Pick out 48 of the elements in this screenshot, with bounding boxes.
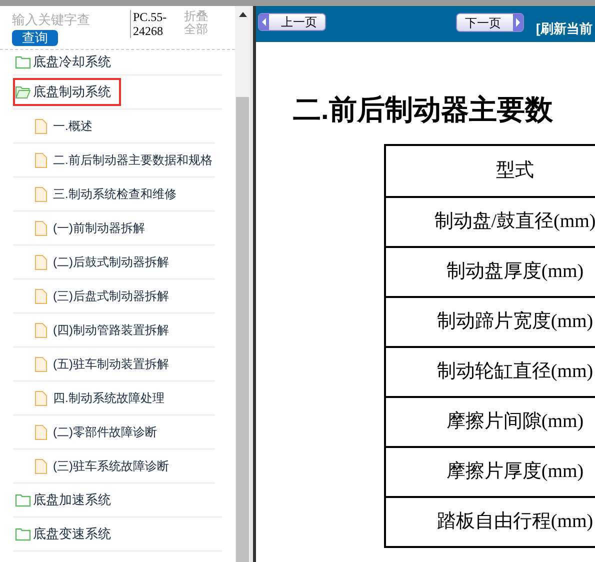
search-field[interactable]: 输入关键字查 [12, 10, 122, 30]
table-cell: 制动盘厚度(mm) [386, 246, 595, 296]
next-page-button[interactable]: 下一页 [456, 13, 524, 32]
tree-item[interactable]: (三)驻车系统故障诊断 [35, 457, 169, 475]
document-icon [35, 288, 47, 304]
folder-icon [15, 527, 31, 541]
previous-page-button[interactable]: 上一页 [258, 13, 326, 31]
table-cell: 摩擦片间隙(mm) [386, 396, 595, 446]
scroll-up-icon[interactable] [238, 12, 246, 17]
table-cell: 制动盘/鼓直径(mm) [386, 196, 595, 246]
search-button[interactable]: 查询 [12, 30, 58, 46]
table-cell: 制动轮缸直径(mm) [386, 346, 595, 396]
table-cell: 踏板自由行程(mm) [386, 496, 595, 546]
tree-item[interactable]: 底盘冷却系统 [13, 50, 121, 76]
tree-item[interactable]: 底盘制动系统 [13, 78, 121, 106]
table-cell: 制动蹄片宽度(mm) [386, 296, 595, 346]
document-icon [35, 118, 47, 134]
tree-item[interactable]: 底盘变速系统 [13, 520, 121, 548]
table-cell-text: 型式 [495, 158, 535, 183]
code-text: PC.55-24268 [130, 10, 168, 38]
tree-item[interactable]: 三.制动系统检查和维修 [35, 185, 176, 203]
document-icon [35, 458, 47, 474]
document-title: 二.前后制动器主要数 [293, 93, 554, 127]
tree-item[interactable]: (五)驻车制动装置拆解 [35, 355, 169, 373]
tree-item[interactable]: (一)前制动器拆解 [35, 219, 145, 237]
table-cell: 摩擦片厚度(mm) [386, 446, 595, 496]
scrollbar[interactable] [235, 6, 250, 562]
refresh-link[interactable]: [刷新当前 [536, 19, 592, 38]
document-icon [35, 322, 47, 338]
tree-item[interactable]: 四.制动系统故障处理 [35, 389, 164, 407]
tree-item[interactable]: (三)后盘式制动器拆解 [35, 287, 169, 305]
scrollbar-thumb[interactable] [236, 97, 249, 562]
tree-item[interactable]: (二)后鼓式制动器拆解 [35, 253, 169, 271]
document-icon [35, 220, 47, 236]
tree-item[interactable]: (二)零部件故障诊断 [35, 423, 157, 441]
document-icon [35, 152, 47, 168]
document-icon [35, 254, 47, 270]
document-icon [35, 424, 47, 440]
document-icon [35, 390, 47, 406]
open-folder-icon [15, 85, 31, 99]
tree-item[interactable]: 一.概述 [35, 117, 92, 135]
document-icon [35, 186, 47, 202]
tree-item[interactable]: 底盘加速系统 [13, 486, 121, 514]
folder-icon [15, 55, 31, 69]
tree-item[interactable]: (四)制动管路装置拆解 [35, 321, 169, 339]
document-icon [35, 356, 47, 372]
tree-item[interactable]: 二.前后制动器主要数据和规格 [35, 151, 212, 169]
folder-icon [15, 493, 31, 507]
